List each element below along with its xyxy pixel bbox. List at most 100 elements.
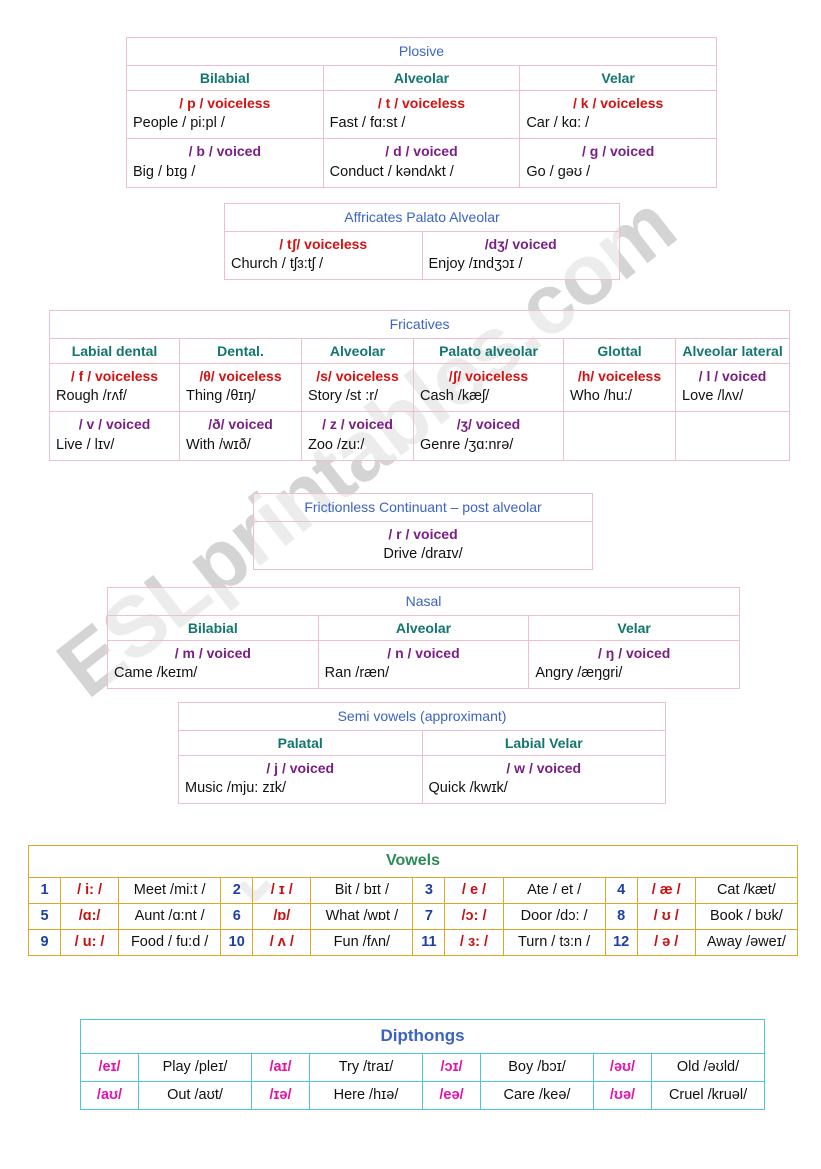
vowel-number: 8 — [604, 903, 638, 930]
dipthong-symbol: /eə/ — [422, 1081, 481, 1110]
phoneme-symbol: / g / voiced — [581, 143, 655, 160]
vowel-word: Bit / bɪt / — [310, 877, 414, 904]
nasal-place-velar: Velar — [528, 615, 740, 641]
vowel-number: 5 — [27, 903, 62, 930]
table-row: Frictionless Continuant – post alveolar — [253, 493, 593, 522]
dipthong-symbol: /ɔɪ/ — [422, 1053, 481, 1082]
vowel-word: Ate / et / — [502, 877, 606, 904]
vowel-number: 6 — [220, 903, 254, 930]
phoneme-symbol: /ð/ voiced — [208, 416, 273, 433]
affricates-table: Affricates Palato Alveolar / tʃ/ voicele… — [224, 203, 620, 281]
phoneme-symbol: /dʒ/ voiced — [484, 236, 557, 252]
semivowels-place-palatal: Palatal — [178, 730, 423, 756]
phoneme-example: Enjoy /ɪndʒɔɪ / — [428, 256, 523, 273]
table-row: 1 / i: / Meet /mi:t / 2 / ɪ / Bit / bɪt … — [27, 877, 799, 904]
phoneme-example: Church / tʃɜ:tʃ / — [231, 256, 324, 273]
nasal-cell-eng: / ŋ / voiced Angry /æŋgri/ — [528, 639, 740, 690]
table-row: Bilabial Alveolar Velar — [126, 65, 717, 91]
plosive-table: Plosive Bilabial Alveolar Velar / p / vo… — [126, 37, 717, 188]
fricatives-cell-l: / l / voiced Love /lʌv/ — [674, 362, 791, 413]
phoneme-example: Love /lʌv/ — [682, 388, 744, 405]
dipthong-word: Boy /bɔɪ/ — [480, 1053, 594, 1082]
phoneme-symbol: /ʃ/ voiceless — [448, 368, 529, 384]
fricatives-place-alveolar: Alveolar — [301, 338, 414, 364]
table-row: 5 /ɑ:/ Aunt /ɑ:nt / 6 /ɒ/ What /wɒt / 7 … — [27, 903, 799, 930]
vowel-symbol: / ə / — [636, 929, 696, 956]
phoneme-symbol: /θ/ voiceless — [199, 368, 282, 384]
phoneme-example: Genre /ʒɑ:nrə/ — [420, 436, 514, 453]
fricatives-cell-esh: /ʃ/ voiceless Cash /kæʃ/ — [413, 362, 564, 413]
plosive-cell-k: / k / voiceless Car / kɑ: / — [519, 89, 717, 140]
table-row: 9 / u: / Food / fu:d / 10 / ʌ / Fun /fʌn… — [27, 929, 799, 956]
phoneme-symbol: / n / voiced — [387, 645, 460, 661]
fricatives-cell-empty-1 — [563, 411, 676, 461]
phoneme-example: Car / kɑ: / — [526, 115, 590, 132]
nasal-place-bilabial: Bilabial — [107, 615, 319, 641]
table-row: Bilabial Alveolar Velar — [107, 615, 740, 641]
vowel-number: 11 — [412, 929, 446, 956]
phoneme-example: Ran /ræn/ — [324, 665, 390, 682]
nasal-cell-n: / n / voiced Ran /ræn/ — [317, 639, 530, 690]
vowel-number: 4 — [604, 877, 638, 904]
semivowels-title: Semi vowels (approximant) — [178, 702, 666, 731]
phoneme-example: Zoo /zu:/ — [308, 436, 365, 453]
table-row: / f / voiceless Rough /rʌf/ /θ/ voiceles… — [49, 362, 791, 413]
vowel-number: 1 — [27, 877, 62, 904]
table-row: Semi vowels (approximant) — [178, 702, 666, 731]
dipthong-word: Out /aʊt/ — [138, 1081, 252, 1110]
table-row: Affricates Palato Alveolar — [224, 203, 620, 232]
plosive-title: Plosive — [126, 37, 717, 66]
phoneme-symbol: / p / voiceless — [179, 95, 271, 111]
vowel-number: 3 — [412, 877, 446, 904]
vowel-symbol: /ɑ:/ — [60, 903, 120, 930]
nasal-cell-m: / m / voiced Came /keɪm/ — [107, 639, 319, 690]
vowel-symbol: / u: / — [60, 929, 120, 956]
fricatives-place-glottal: Glottal — [563, 338, 676, 364]
phoneme-symbol: / j / voiced — [266, 760, 335, 776]
table-row: /eɪ/ Play /pleɪ/ /aɪ/ Try /traɪ/ /ɔɪ/ Bo… — [80, 1053, 766, 1082]
dipthong-symbol: /aɪ/ — [251, 1053, 310, 1082]
dipthong-symbol: /eɪ/ — [80, 1053, 139, 1082]
frictionless-continuant-table: Frictionless Continuant – post alveolar … — [253, 493, 593, 571]
vowel-symbol: / ɪ / — [252, 877, 312, 904]
phoneme-example: Came /keɪm/ — [114, 665, 198, 682]
vowel-word: Cat /kæt/ — [694, 877, 799, 904]
vowel-symbol: /ɒ/ — [252, 903, 312, 930]
fricatives-place-labial-dental: Labial dental — [49, 338, 180, 364]
vowel-number: 2 — [220, 877, 254, 904]
plosive-place-alveolar: Alveolar — [322, 65, 521, 91]
phoneme-symbol: / t / voiceless — [377, 95, 466, 111]
dipthong-word: Old /əʊld/ — [650, 1053, 766, 1082]
vowel-number: 9 — [27, 929, 62, 956]
fricatives-cell-f: / f / voiceless Rough /rʌf/ — [49, 362, 180, 413]
table-row: Dipthongs — [79, 1019, 766, 1054]
fricatives-cell-h: /h/ voiceless Who /hu:/ — [563, 362, 676, 413]
vowel-symbol: / ɜ: / — [444, 929, 504, 956]
phoneme-example: Big / bɪg / — [133, 163, 196, 180]
fricatives-cell-s: /s/ voiceless Story /st :r/ — [301, 362, 414, 413]
table-row: / j / voiced Music /mju: zɪk/ / w / voic… — [178, 754, 666, 805]
phoneme-symbol: /s/ voiceless — [316, 368, 399, 384]
phoneme-example: Story /st :r/ — [308, 388, 379, 405]
plosive-place-bilabial: Bilabial — [126, 65, 324, 91]
semivowels-cell-w: / w / voiced Quick /kwɪk/ — [421, 754, 666, 805]
phoneme-example: Angry /æŋgri/ — [535, 665, 623, 682]
phoneme-example: Drive /draɪv/ — [383, 546, 463, 563]
phoneme-symbol: / w / voiced — [506, 760, 582, 776]
vowel-symbol: / æ / — [636, 877, 696, 904]
phoneme-symbol: / ŋ / voiced — [597, 645, 671, 661]
phoneme-symbol: / z / voiced — [322, 416, 393, 433]
dipthong-word: Here /hɪə/ — [309, 1081, 423, 1110]
phoneme-symbol: / k / voiceless — [573, 95, 664, 111]
dipthong-word: Play /pleɪ/ — [138, 1053, 252, 1082]
phoneme-example: People / pi:pl / — [133, 115, 225, 132]
table-row: Labial dental Dental. Alveolar Palato al… — [49, 338, 791, 364]
phoneme-symbol: / tʃ/ voiceless — [279, 236, 368, 252]
fricatives-cell-ezh: /ʒ/ voiced Genre /ʒɑ:nrə/ — [413, 411, 564, 461]
frictionless-title: Frictionless Continuant – post alveolar — [253, 493, 593, 522]
dipthongs-title: Dipthongs — [79, 1019, 766, 1054]
fricatives-place-dental: Dental. — [179, 338, 302, 364]
dipthong-word: Cruel /kruəl/ — [650, 1081, 766, 1110]
vowel-word: Book / bʊk/ — [694, 903, 799, 930]
dipthong-symbol: /əʊ/ — [593, 1053, 652, 1082]
